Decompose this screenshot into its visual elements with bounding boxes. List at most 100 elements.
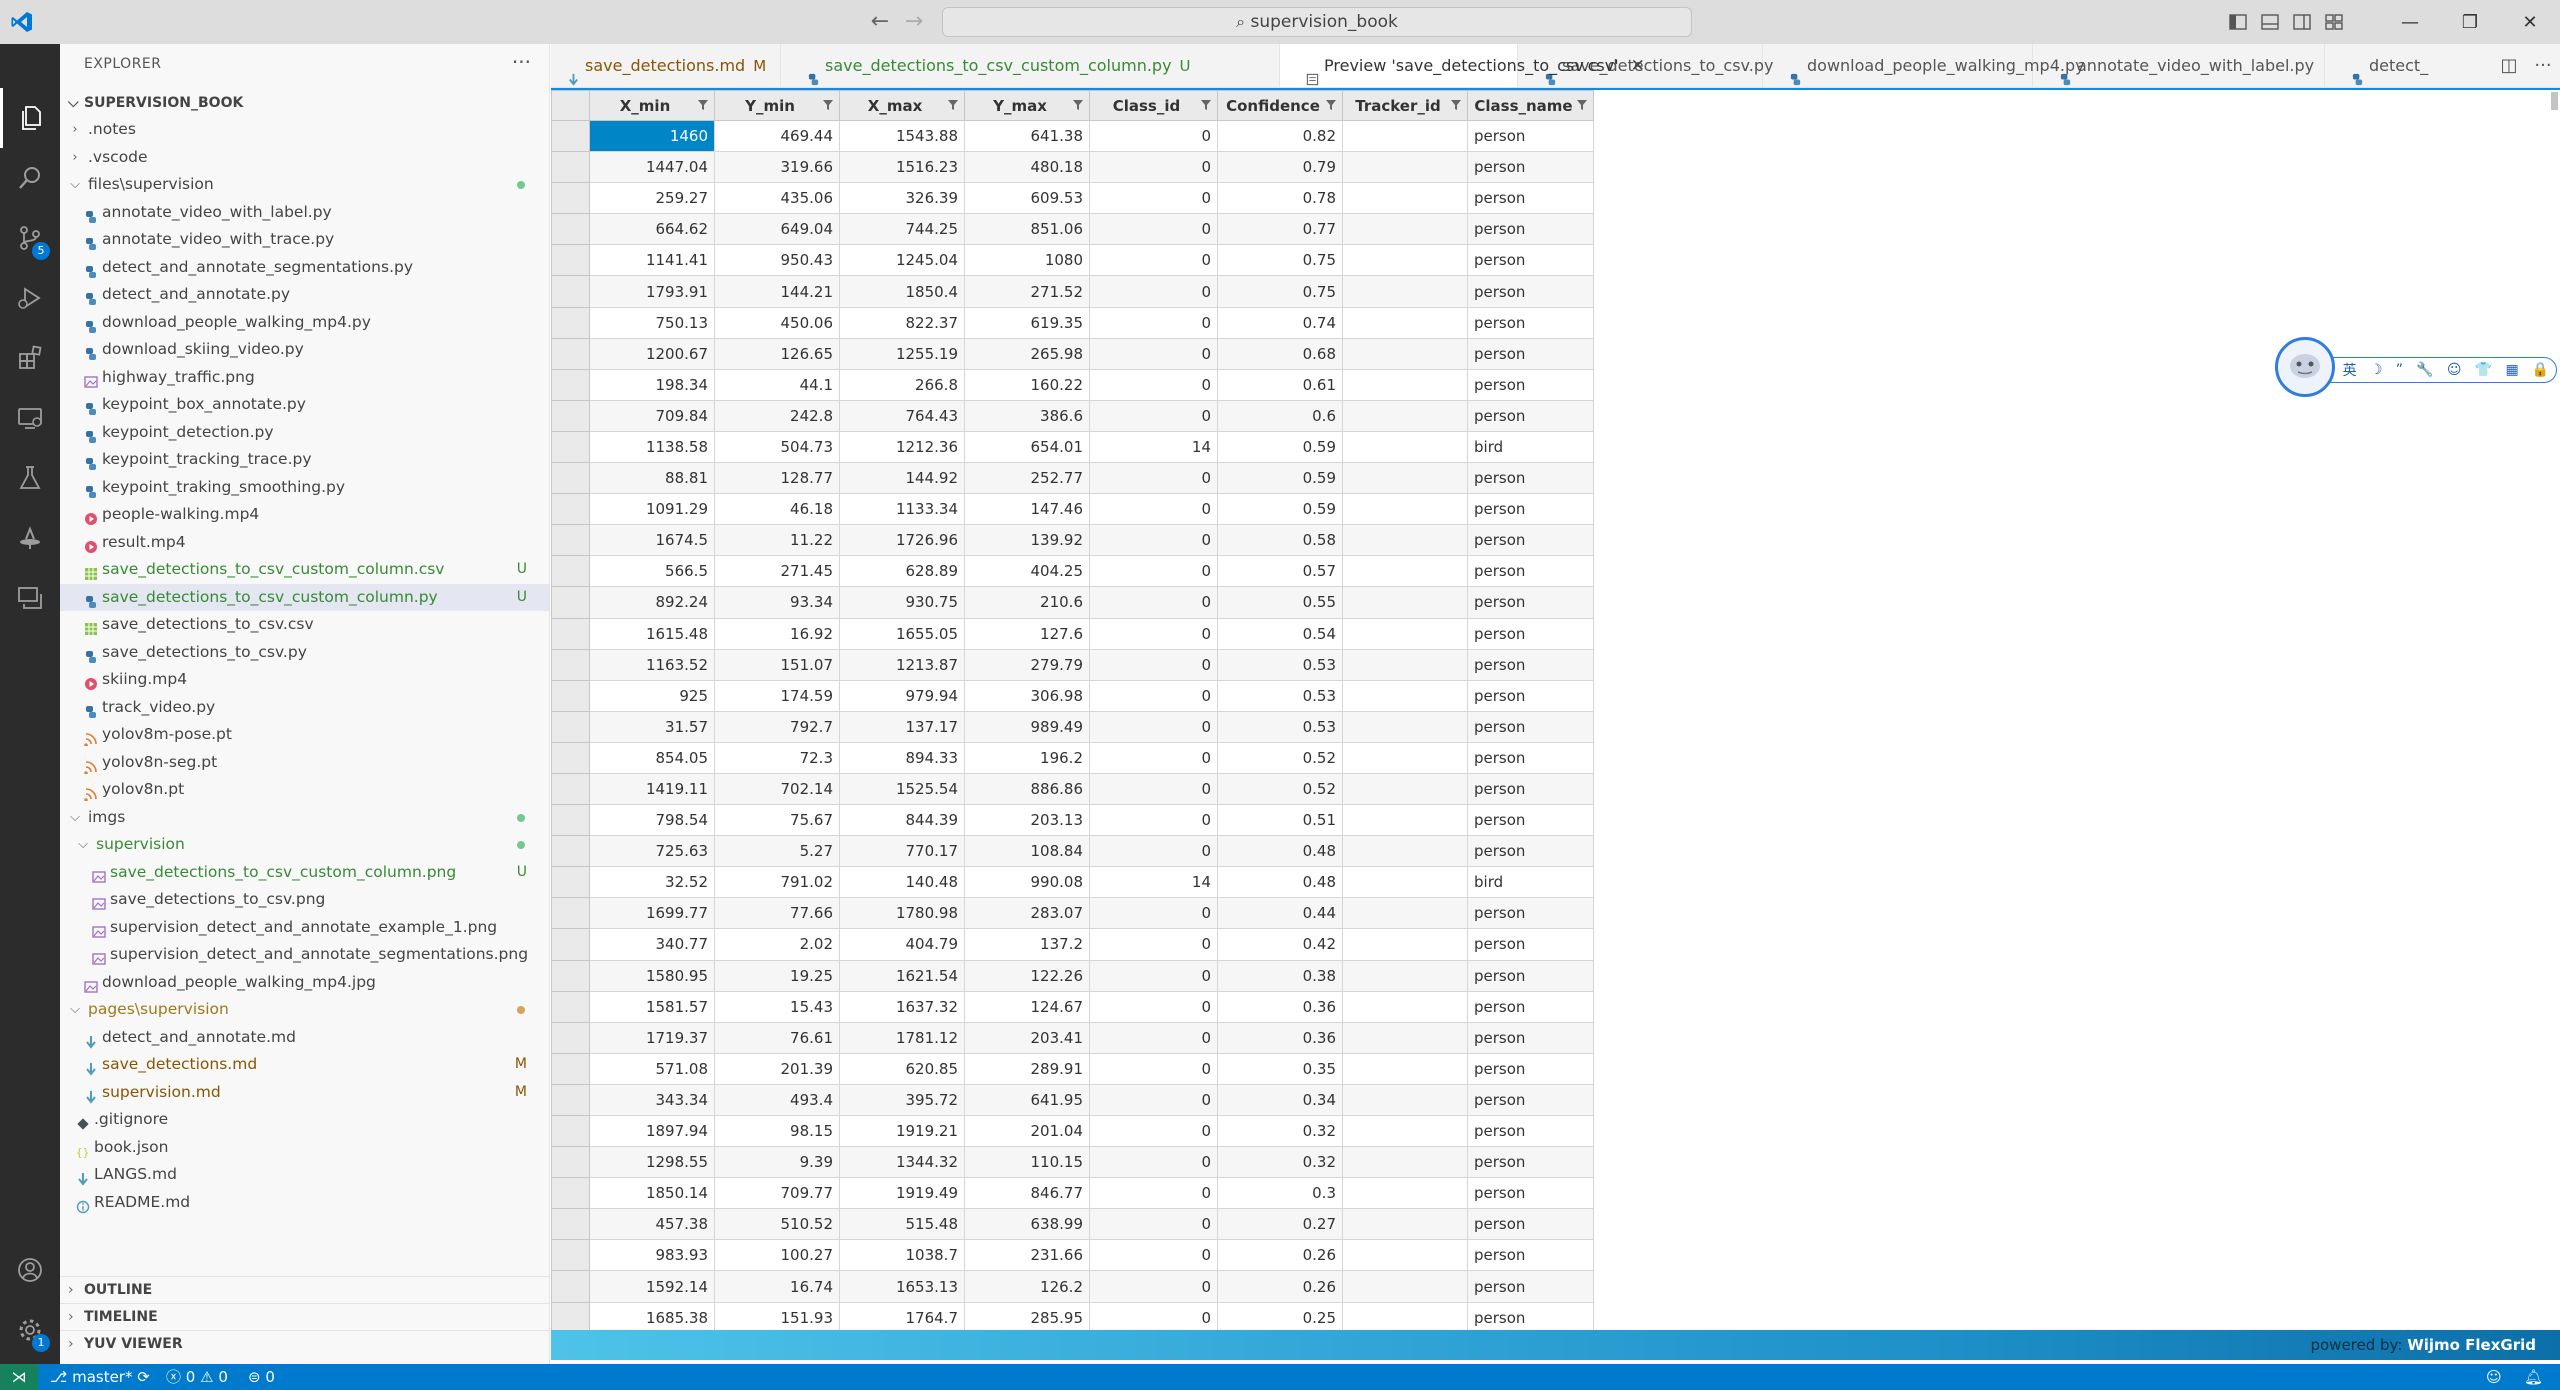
table-cell[interactable]: 14 (1089, 866, 1218, 899)
table-cell[interactable]: 1764.7 (839, 1301, 965, 1334)
table-cell[interactable] (1342, 897, 1468, 930)
table-cell[interactable]: 1344.32 (839, 1146, 965, 1179)
table-cell[interactable] (1342, 586, 1468, 619)
table-cell[interactable]: 32.52 (589, 866, 715, 899)
table-cell[interactable] (1342, 1021, 1468, 1054)
table-cell[interactable] (1342, 399, 1468, 432)
editor-tab[interactable]: save_detections_to_csv_custom_column.py U (781, 44, 1280, 87)
table-cell[interactable]: 1525.54 (839, 772, 965, 806)
column-header[interactable]: Tracker_id (1342, 90, 1468, 121)
row-header[interactable] (551, 741, 590, 774)
editor-tab[interactable]: Preview 'save_detections_to_csv.csv' ✕ (1280, 44, 1645, 87)
table-cell[interactable]: 989.49 (964, 710, 1090, 743)
row-header[interactable] (551, 306, 590, 339)
file-item[interactable]: LANGS.md (60, 1161, 549, 1189)
table-cell[interactable] (1342, 710, 1468, 743)
table-cell[interactable]: 0 (1089, 835, 1218, 868)
table-cell[interactable]: 140.48 (839, 866, 965, 899)
editor-tab[interactable]: download_people_walking_mp4.py (1763, 44, 2085, 87)
table-cell[interactable]: 203.41 (964, 1021, 1090, 1054)
table-cell[interactable]: 0 (1089, 959, 1218, 992)
testing-icon[interactable] (0, 448, 60, 508)
table-cell[interactable]: 854.05 (589, 741, 715, 774)
table-cell[interactable]: 844.39 (839, 804, 965, 837)
table-cell[interactable]: 0.6 (1217, 399, 1343, 432)
command-center-search[interactable]: ⌕ supervision_book (942, 7, 1692, 37)
table-cell[interactable]: 0.32 (1217, 1114, 1343, 1148)
table-cell[interactable]: 1580.95 (589, 959, 715, 992)
table-cell[interactable]: 340.77 (589, 928, 715, 961)
table-cell[interactable]: 108.84 (964, 835, 1090, 868)
table-cell[interactable]: 0.75 (1217, 244, 1343, 277)
table-cell[interactable]: 198.34 (589, 368, 715, 401)
table-cell[interactable]: 1699.77 (589, 897, 715, 930)
table-cell[interactable]: 709.84 (589, 399, 715, 432)
file-item[interactable]: .gitignore (60, 1106, 549, 1134)
table-cell[interactable]: 1653.13 (839, 1270, 965, 1303)
table-cell[interactable]: 0 (1089, 679, 1218, 712)
grid-icon[interactable]: ▦ (2505, 362, 2518, 378)
ime-toolbar-bar[interactable]: 英 ☽ ” 🔧 ☺ 👕 ▦ 🔒 (2327, 357, 2557, 383)
file-item[interactable]: save_detections_to_csv_custom_column.csv… (60, 556, 549, 584)
table-cell[interactable]: 0.35 (1217, 1052, 1343, 1085)
table-cell[interactable]: 210.6 (964, 586, 1090, 619)
table-cell[interactable]: 0 (1089, 617, 1218, 650)
table-cell[interactable]: 469.44 (714, 119, 840, 153)
file-item[interactable]: supervision.md M (60, 1079, 549, 1107)
skin-icon[interactable]: 👕 (2475, 362, 2492, 378)
table-cell[interactable]: 326.39 (839, 182, 965, 215)
table-cell[interactable]: 137.17 (839, 710, 965, 743)
table-cell[interactable]: 1091.29 (589, 493, 715, 526)
table-cell[interactable]: 15.43 (714, 990, 840, 1023)
table-cell[interactable]: 147.46 (964, 493, 1090, 526)
row-header[interactable] (551, 430, 590, 464)
column-header[interactable]: X_max (839, 90, 965, 121)
table-cell[interactable]: person (1467, 368, 1594, 401)
file-item[interactable]: keypoint_traking_smoothing.py (60, 474, 549, 502)
row-header[interactable] (551, 804, 590, 837)
table-cell[interactable]: person (1467, 772, 1594, 806)
table-cell[interactable]: 44.1 (714, 368, 840, 401)
table-cell[interactable]: 0 (1089, 710, 1218, 743)
workspace-title[interactable]: ⌵ SUPERVISION_BOOK (60, 90, 549, 116)
table-cell[interactable]: 1460 (589, 119, 715, 153)
table-cell[interactable]: 139.92 (964, 524, 1090, 557)
file-item[interactable]: save_detections_to_csv_custom_column.png… (60, 859, 549, 887)
table-cell[interactable]: 0 (1089, 648, 1218, 681)
table-cell[interactable]: 493.4 (714, 1083, 840, 1117)
table-cell[interactable]: 0 (1089, 772, 1218, 806)
table-cell[interactable]: 0.38 (1217, 959, 1343, 992)
table-cell[interactable]: 0.3 (1217, 1177, 1343, 1210)
table-cell[interactable]: person (1467, 1083, 1594, 1117)
table-cell[interactable]: 950.43 (714, 244, 840, 277)
file-item[interactable]: detect_and_annotate.py (60, 281, 549, 309)
table-cell[interactable]: 231.66 (964, 1239, 1090, 1272)
table-cell[interactable]: person (1467, 617, 1594, 650)
table-cell[interactable]: person (1467, 1021, 1594, 1054)
split-editor-icon[interactable]: ◫ (2492, 44, 2526, 87)
table-cell[interactable]: 46.18 (714, 493, 840, 526)
row-header[interactable] (551, 1239, 590, 1272)
table-cell[interactable]: person (1467, 462, 1594, 495)
table-cell[interactable]: 0.57 (1217, 555, 1343, 588)
column-header[interactable]: Y_max (964, 90, 1090, 121)
table-cell[interactable]: person (1467, 990, 1594, 1023)
more-actions-icon[interactable]: ··· (2526, 44, 2560, 87)
table-cell[interactable]: 1685.38 (589, 1301, 715, 1334)
file-item[interactable]: download_people_walking_mp4.py (60, 309, 549, 337)
table-cell[interactable]: person (1467, 399, 1594, 432)
table-cell[interactable] (1342, 493, 1468, 526)
table-cell[interactable]: 0 (1089, 1301, 1218, 1334)
filter-icon[interactable] (823, 100, 833, 110)
table-cell[interactable]: 450.06 (714, 306, 840, 339)
table-cell[interactable]: 641.95 (964, 1083, 1090, 1117)
table-cell[interactable]: 0.78 (1217, 182, 1343, 215)
table-cell[interactable]: 886.86 (964, 772, 1090, 806)
table-cell[interactable]: 0.54 (1217, 617, 1343, 650)
column-header[interactable]: X_min (589, 90, 715, 121)
table-cell[interactable]: 798.54 (589, 804, 715, 837)
table-cell[interactable]: person (1467, 1208, 1594, 1241)
table-cell[interactable]: 196.2 (964, 741, 1090, 774)
table-cell[interactable]: 0.75 (1217, 275, 1343, 308)
file-item[interactable]: supervision_detect_and_annotate_example_… (60, 914, 549, 942)
